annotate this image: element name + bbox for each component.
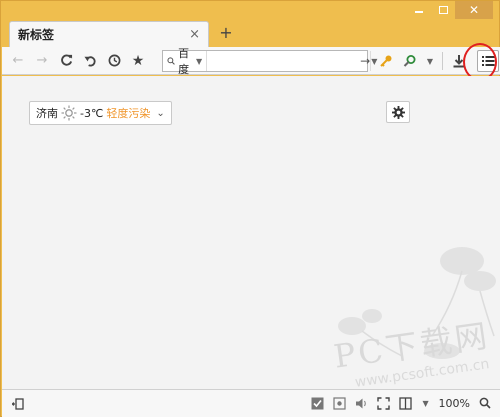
arrow-right-icon: →	[36, 53, 48, 68]
status-bar: ▼ 100%	[2, 389, 500, 417]
download-icon	[453, 55, 465, 68]
toolbar-divider	[442, 52, 443, 70]
new-tab-button[interactable]: +	[215, 21, 237, 43]
watermark: PC下载网 www.pcsoft.com.cn	[331, 316, 492, 389]
check-box-icon	[311, 397, 324, 409]
minimize-button[interactable]	[407, 1, 431, 19]
undo-icon	[83, 56, 96, 67]
weather-widget[interactable]: 济南 -3℃ 轻度污染 ⌄	[29, 101, 172, 125]
go-arrow-icon[interactable]: →	[360, 54, 370, 68]
screenshot-icon	[333, 396, 346, 410]
checkbox-tool-button[interactable]	[309, 394, 327, 412]
air-quality-label: 轻度污染	[106, 107, 151, 120]
magnifier-arrow-icon	[403, 55, 416, 67]
mute-button[interactable]	[353, 394, 371, 412]
search-engine-label: 百度	[178, 47, 190, 76]
split-view-icon	[399, 396, 412, 410]
title-bar: ✕ 新标签 × +	[1, 1, 500, 47]
refresh-button[interactable]	[54, 49, 78, 73]
undo-close-button[interactable]	[78, 49, 102, 73]
extension-dropdown-button[interactable]: ▼	[422, 49, 438, 73]
sun-icon	[61, 105, 77, 121]
fullscreen-button[interactable]	[375, 394, 393, 412]
magnifier-icon	[479, 397, 491, 409]
address-bar: 百度 ▼ → ▼	[162, 47, 377, 76]
tab-title: 新标签	[18, 28, 55, 42]
tab-close-icon[interactable]: ×	[189, 27, 200, 42]
chevron-down-icon: ▼	[196, 56, 203, 66]
zoom-dropdown-button[interactable]: ▼	[419, 394, 433, 412]
minimize-icon	[415, 11, 423, 13]
speaker-icon	[356, 398, 366, 408]
navigation-toolbar: ← → ★ 百度 ▼ → ▼ ▼	[2, 47, 500, 76]
clock-icon	[108, 54, 120, 67]
weather-temperature: -3℃	[80, 106, 104, 120]
menu-list-icon	[481, 56, 494, 66]
zoom-reset-button[interactable]	[476, 394, 494, 412]
arrow-left-icon: ←	[12, 53, 24, 68]
history-button[interactable]	[102, 49, 126, 73]
page-settings-button[interactable]	[386, 101, 410, 123]
sidebar-toggle-button[interactable]	[6, 394, 30, 414]
zoom-level[interactable]: 100%	[439, 397, 470, 410]
star-icon: ★	[131, 52, 145, 69]
key-button[interactable]	[374, 49, 398, 73]
weather-city: 济南	[36, 107, 58, 120]
maximize-icon	[438, 6, 448, 14]
browser-window: ✕ 新标签 × + ← → ★ 百度 ▼ → ▼ ▼ 济南 -3℃ 轻度污染 ⌄…	[0, 0, 500, 417]
split-view-button[interactable]	[397, 394, 415, 412]
gear-icon	[391, 105, 405, 119]
sidebar-toggle-icon	[12, 397, 24, 410]
screenshot-button[interactable]	[331, 394, 349, 412]
close-icon: ✕	[468, 3, 480, 17]
refresh-icon	[60, 54, 72, 66]
back-button[interactable]: ←	[6, 49, 30, 73]
search-icon	[167, 57, 175, 65]
tab-new-tab[interactable]: 新标签 ×	[9, 21, 209, 47]
right-toolbar: ▼	[374, 49, 499, 73]
chevron-down-icon: ▼	[426, 56, 434, 66]
key-icon	[380, 55, 392, 67]
download-button[interactable]	[447, 49, 471, 73]
window-controls: ✕	[407, 1, 493, 19]
status-bar-tools: ▼ 100%	[309, 394, 494, 412]
search-engine-selector[interactable]: 百度 ▼	[163, 47, 208, 76]
chevron-down-icon: ▼	[422, 398, 429, 408]
expand-icon	[377, 396, 390, 410]
favorites-button[interactable]: ★	[126, 49, 150, 73]
close-window-button[interactable]: ✕	[455, 1, 493, 19]
maximize-button[interactable]	[431, 1, 455, 19]
extension-button[interactable]	[398, 49, 422, 73]
chevron-down-icon: ⌄	[156, 107, 165, 119]
main-menu-button[interactable]	[477, 50, 499, 72]
new-tab-page: 济南 -3℃ 轻度污染 ⌄ PC下载网 www.pcsoft.com.cn	[2, 76, 500, 389]
address-input[interactable]	[207, 51, 361, 71]
forward-button[interactable]: →	[30, 49, 54, 73]
